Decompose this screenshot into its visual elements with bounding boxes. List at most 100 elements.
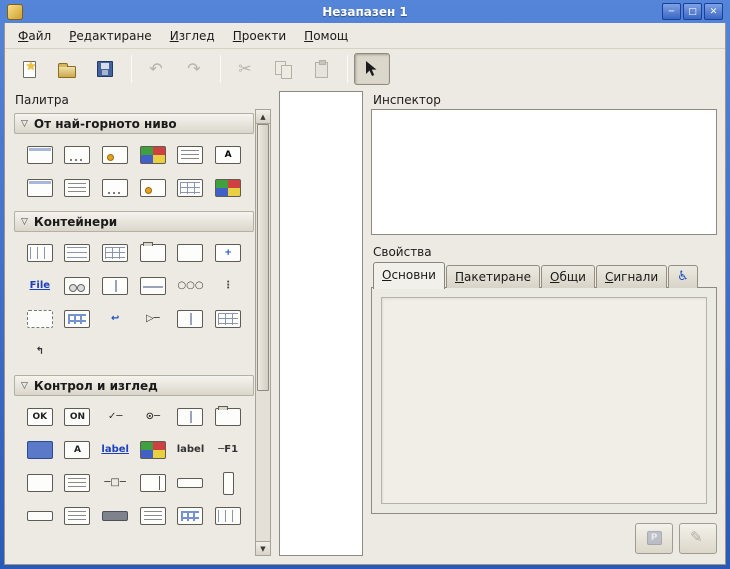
redo-button[interactable]: ↷: [176, 53, 212, 85]
message-dialog-palette-item[interactable]: [98, 143, 132, 167]
font-selection-dialog-palette-item[interactable]: A: [211, 143, 245, 167]
new-button[interactable]: ★: [11, 53, 47, 85]
dialog-palette-item[interactable]: [61, 143, 95, 167]
scrollbar-thumb[interactable]: [257, 124, 269, 391]
tab-accessibility[interactable]: ♿: [668, 265, 698, 288]
frame-palette-item[interactable]: [174, 241, 208, 265]
event-box-palette-item[interactable]: ↩: [98, 307, 132, 331]
menu-1-файл[interactable]: Файл: [9, 25, 60, 47]
hruler-palette-item[interactable]: [98, 504, 132, 528]
hbox-palette-item[interactable]: [61, 241, 95, 265]
inspector-tree[interactable]: [371, 109, 717, 235]
scroll-down-icon[interactable]: ▼: [255, 541, 271, 556]
text-view-palette-item[interactable]: [61, 471, 95, 495]
scrollbar-track[interactable]: [257, 124, 269, 541]
property-box-palette-item[interactable]: [174, 176, 208, 200]
color-selection-dialog-palette-item[interactable]: [136, 143, 170, 167]
menu-2-редактиране[interactable]: Редактиране: [60, 25, 161, 47]
vpaned-palette-item[interactable]: [136, 274, 170, 298]
close-button[interactable]: ✕: [704, 3, 723, 20]
combo-box-entry-palette-item[interactable]: A: [61, 438, 95, 462]
notebook-palette-item[interactable]: [136, 241, 170, 265]
vbutton-box-palette-item[interactable]: ⋮: [211, 274, 245, 298]
combo-box-palette-item[interactable]: [174, 405, 208, 429]
edit-button[interactable]: [679, 523, 717, 554]
file-selection-dialog-palette-item[interactable]: [174, 143, 208, 167]
copy-button[interactable]: [265, 53, 301, 85]
paste-icon: [315, 62, 328, 78]
link-label-palette-item[interactable]: label: [98, 438, 132, 462]
scroll-up-icon[interactable]: ▲: [255, 109, 271, 124]
menubar-palette-item[interactable]: File: [23, 274, 57, 298]
icon-view-palette-item[interactable]: [174, 504, 208, 528]
tab-сигнали[interactable]: Сигнали: [596, 265, 667, 288]
handle-box-palette-item[interactable]: ↰: [23, 340, 57, 364]
druid-palette-item[interactable]: [211, 176, 245, 200]
tree-view-palette-item[interactable]: [211, 504, 245, 528]
entry-palette-item[interactable]: [23, 438, 57, 462]
progress-bar-palette-item[interactable]: [61, 504, 95, 528]
table-palette-item[interactable]: [98, 241, 132, 265]
button-palette-item[interactable]: OK: [23, 405, 57, 429]
undo-button[interactable]: ↶: [138, 53, 174, 85]
palette-scrollbar[interactable]: ▲ ▼: [255, 109, 271, 556]
option-menu-palette-item[interactable]: [211, 405, 245, 429]
menu-5-помощ[interactable]: Помощ: [295, 25, 357, 47]
minimize-button[interactable]: ─: [662, 3, 681, 20]
layout-palette-item[interactable]: [61, 307, 95, 331]
hscrollbar-palette-item[interactable]: [174, 471, 208, 495]
hpaned-icon: [102, 277, 128, 295]
button-icon: OK: [27, 408, 53, 426]
toolbar-palette-item[interactable]: [61, 274, 95, 298]
titlebar[interactable]: Незапазен 1 ─□✕: [4, 0, 726, 23]
viewport-palette-item[interactable]: [23, 307, 57, 331]
about-dialog-palette-item[interactable]: [136, 176, 170, 200]
viewport-icon: [27, 310, 53, 328]
gnome-dialog-palette-item[interactable]: [98, 176, 132, 200]
palette-section-label: Контрол и изглед: [34, 379, 158, 393]
paste-button[interactable]: [303, 53, 339, 85]
toggle-button-palette-item[interactable]: ON: [61, 405, 95, 429]
palette-section-header-2[interactable]: ▽Контейнери: [14, 211, 254, 232]
hbutton-box-palette-item[interactable]: ○○○: [174, 274, 208, 298]
label-palette-item[interactable]: label: [174, 438, 208, 462]
tab-общи[interactable]: Общи: [541, 265, 595, 288]
accel-label-palette-item[interactable]: ─F1: [211, 438, 245, 462]
window-palette-item[interactable]: [23, 143, 57, 167]
cut-button[interactable]: ✂: [227, 53, 263, 85]
spin-button-palette-item[interactable]: [136, 471, 170, 495]
scrolled-window-palette-item[interactable]: +: [211, 241, 245, 265]
tab-пакетиране[interactable]: Пакетиране: [446, 265, 540, 288]
image-palette-item[interactable]: [136, 438, 170, 462]
radio-button-palette-item[interactable]: ⊙─: [136, 405, 170, 429]
tab-основни[interactable]: Основни: [373, 262, 445, 289]
menu-3-изглед[interactable]: Изглед: [161, 25, 224, 47]
statusbar-palette-item[interactable]: [23, 504, 57, 528]
input-dialog-palette-item[interactable]: [23, 176, 57, 200]
vbox-palette-item[interactable]: [23, 241, 57, 265]
design-canvas[interactable]: [279, 91, 363, 556]
properties-title: Свойства: [371, 243, 717, 261]
menu-4-проекти[interactable]: Проекти: [224, 25, 295, 47]
expander-palette-item[interactable]: ▷─: [136, 307, 170, 331]
save-button[interactable]: [87, 53, 123, 85]
list-view-palette-item[interactable]: [136, 504, 170, 528]
palette-section-header-1[interactable]: ▽От най-горното ниво: [14, 113, 254, 134]
hscale-palette-item[interactable]: ─□─: [98, 471, 132, 495]
selector-button[interactable]: [354, 53, 390, 85]
scrolled-window-icon: +: [215, 244, 241, 262]
vscrollbar-palette-item[interactable]: [211, 471, 245, 495]
check-button-palette-item[interactable]: ✓─: [98, 405, 132, 429]
hpaned-palette-item[interactable]: [98, 274, 132, 298]
palette-section-header-3[interactable]: ▽Контрол и изглед: [14, 375, 254, 396]
aspect-frame-palette-item[interactable]: [211, 307, 245, 331]
gnome-app-palette-item[interactable]: [61, 176, 95, 200]
vpaned-icon: [140, 277, 166, 295]
fixed-palette-item[interactable]: [174, 307, 208, 331]
text-entry-palette-item[interactable]: [23, 471, 57, 495]
about-dialog-icon: [140, 179, 166, 197]
maximize-button[interactable]: □: [683, 3, 702, 20]
open-button[interactable]: [49, 53, 85, 85]
menubar-icon: File: [30, 281, 50, 291]
apply-button[interactable]: [635, 523, 673, 554]
